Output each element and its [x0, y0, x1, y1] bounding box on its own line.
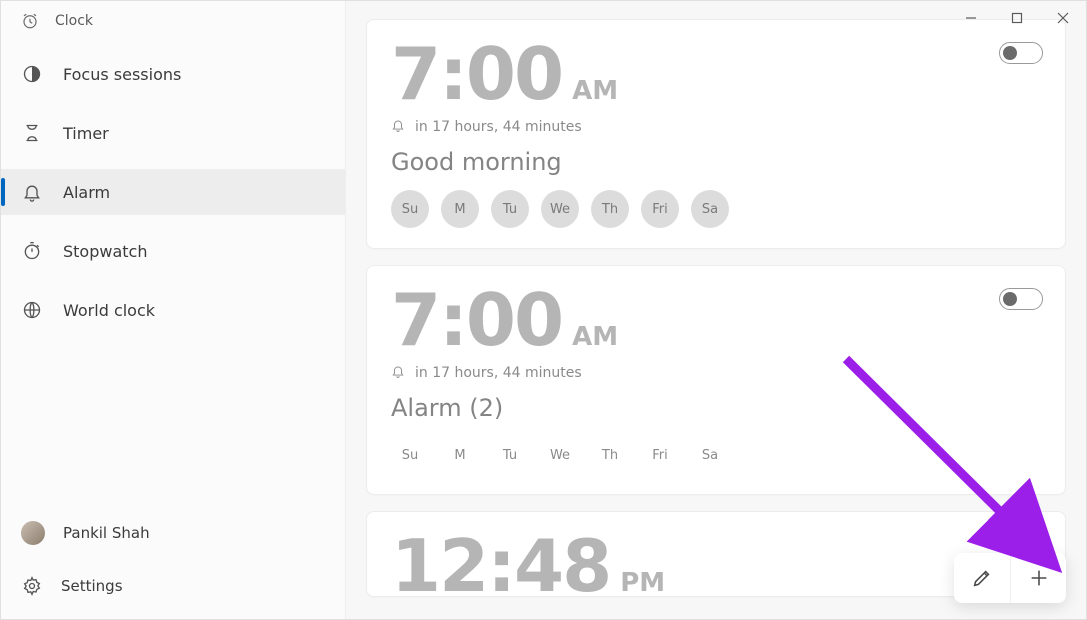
close-icon	[1057, 12, 1069, 24]
clock-app-icon	[19, 10, 41, 32]
day-chip[interactable]: Fri	[641, 190, 679, 228]
pencil-icon	[971, 567, 993, 589]
day-chip[interactable]: Sa	[691, 190, 729, 228]
alarm-time: 7:00	[391, 38, 562, 110]
alarm-days: Su M Tu We Th Fri Sa	[391, 190, 1041, 228]
add-alarm-button[interactable]	[1010, 553, 1066, 603]
edit-alarms-button[interactable]	[954, 553, 1010, 603]
nav-label: Focus sessions	[63, 65, 181, 84]
alarm-toggle[interactable]	[999, 288, 1043, 310]
main-panel: 7:00 AM in 17 hours, 44 minutes Good mor…	[346, 1, 1086, 619]
alarm-time: 7:00	[391, 284, 562, 356]
focus-icon	[21, 63, 43, 85]
nav-item-timer[interactable]: Timer	[1, 110, 345, 156]
nav-item-focus-sessions[interactable]: Focus sessions	[1, 51, 345, 97]
nav-item-stopwatch[interactable]: Stopwatch	[1, 228, 345, 274]
nav-item-settings[interactable]: Settings	[1, 563, 345, 609]
nav-item-alarm[interactable]: Alarm	[1, 169, 345, 215]
minimize-button[interactable]	[948, 1, 994, 35]
nav-item-world-clock[interactable]: World clock	[1, 287, 345, 333]
day-chip[interactable]: Th	[591, 436, 629, 474]
alarm-time: 12:48	[391, 530, 610, 597]
alarm-label: Good morning	[391, 148, 1041, 176]
alarm-icon	[21, 181, 43, 203]
alarm-list: 7:00 AM in 17 hours, 44 minutes Good mor…	[366, 19, 1066, 597]
day-chip[interactable]: M	[441, 190, 479, 228]
day-chip[interactable]: Su	[391, 436, 429, 474]
avatar	[21, 521, 45, 545]
bell-icon	[391, 118, 405, 136]
nav-label: Timer	[63, 124, 109, 143]
day-chip[interactable]: M	[441, 436, 479, 474]
alarm-days: Su M Tu We Th Fri Sa	[391, 436, 1041, 474]
stopwatch-icon	[21, 240, 43, 262]
day-chip[interactable]: Fri	[641, 436, 679, 474]
alarm-card[interactable]: 7:00 AM in 17 hours, 44 minutes Good mor…	[366, 19, 1066, 249]
world-clock-icon	[21, 299, 43, 321]
maximize-icon	[1011, 12, 1023, 24]
day-chip[interactable]: Th	[591, 190, 629, 228]
plus-icon	[1028, 567, 1050, 589]
window-controls	[948, 1, 1086, 35]
bell-icon	[391, 364, 405, 382]
alarm-ampm: PM	[620, 568, 665, 597]
nav-label: Stopwatch	[63, 242, 147, 261]
user-account-row[interactable]: Pankil Shah	[1, 509, 345, 557]
day-chip[interactable]: Tu	[491, 436, 529, 474]
maximize-button[interactable]	[994, 1, 1040, 35]
day-chip[interactable]: Su	[391, 190, 429, 228]
timer-icon	[21, 122, 43, 144]
user-name: Pankil Shah	[63, 524, 150, 542]
day-chip[interactable]: We	[541, 190, 579, 228]
alarm-countdown: in 17 hours, 44 minutes	[415, 119, 582, 135]
nav-label: Alarm	[63, 183, 110, 202]
nav-list: Focus sessions Timer Alarm Stopwatch	[1, 41, 345, 333]
minimize-icon	[965, 12, 977, 24]
sidebar: Clock Focus sessions Timer Alarm	[1, 1, 346, 619]
alarm-countdown: in 17 hours, 44 minutes	[415, 365, 582, 381]
app-title: Clock	[55, 13, 93, 29]
edit-toolbar	[954, 553, 1066, 603]
day-chip[interactable]: Sa	[691, 436, 729, 474]
day-chip[interactable]: We	[541, 436, 579, 474]
settings-label: Settings	[61, 577, 123, 595]
alarm-toggle[interactable]	[999, 42, 1043, 64]
app-header: Clock	[1, 1, 345, 41]
alarm-label: Alarm (2)	[391, 394, 1041, 422]
gear-icon	[21, 575, 43, 597]
alarm-ampm: AM	[572, 322, 618, 352]
day-chip[interactable]: Tu	[491, 190, 529, 228]
nav-label: World clock	[63, 301, 155, 320]
close-button[interactable]	[1040, 1, 1086, 35]
sidebar-bottom: Pankil Shah Settings	[1, 509, 345, 619]
alarm-ampm: AM	[572, 76, 618, 106]
app-window: Clock Focus sessions Timer Alarm	[0, 0, 1087, 620]
alarm-card[interactable]: 7:00 AM in 17 hours, 44 minutes Alarm (2…	[366, 265, 1066, 495]
